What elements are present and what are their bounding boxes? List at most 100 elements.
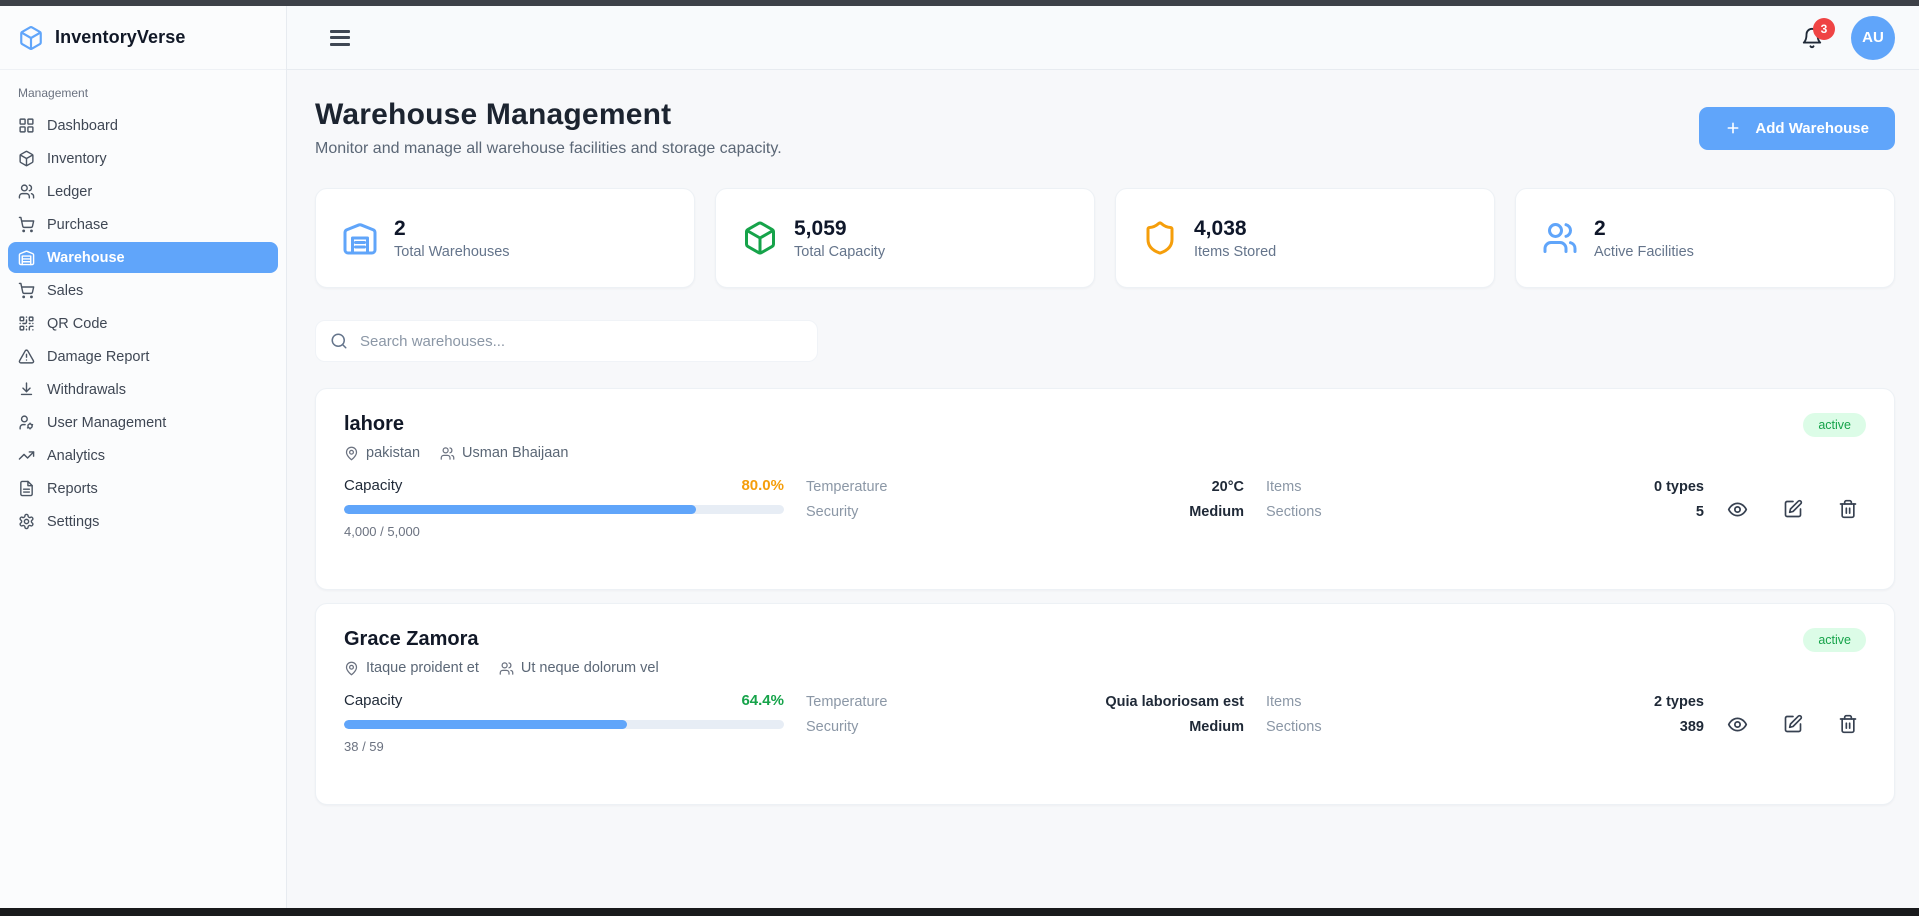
manager-text: Ut neque dolorum vel [521, 660, 659, 676]
shield-icon [1142, 220, 1178, 256]
stat-card-active-facilities: 2 Active Facilities [1515, 188, 1895, 288]
capacity-block: Capacity 64.4% 38 / 59 [344, 692, 784, 754]
stat-label: Total Capacity [794, 244, 885, 260]
trash-icon [1838, 499, 1858, 519]
package-icon [18, 150, 35, 167]
capacity-progress-fill [344, 720, 627, 729]
window-bottom-strip [0, 908, 1919, 916]
menu-toggle-icon[interactable] [330, 30, 350, 46]
sidebar: InventoryVerse Management Dashboard Inve… [0, 6, 287, 908]
items-label: Items [1266, 478, 1301, 497]
topbar: 3 AU [287, 6, 1919, 70]
stat-value: 4,038 [1194, 217, 1276, 241]
edit-button[interactable] [1783, 479, 1803, 539]
delete-button[interactable] [1838, 694, 1858, 754]
sidebar-item-settings[interactable]: Settings [8, 506, 278, 537]
sidebar-item-label: Reports [47, 481, 98, 497]
users-icon [440, 446, 455, 461]
capacity-label: Capacity [344, 692, 402, 709]
sidebar-item-label: Analytics [47, 448, 105, 464]
stat-value: 2 [394, 217, 510, 241]
sidebar-item-dashboard[interactable]: Dashboard [8, 110, 278, 141]
edit-button[interactable] [1783, 694, 1803, 754]
sidebar-item-label: Warehouse [47, 250, 125, 266]
sidebar-item-damage-report[interactable]: Damage Report [8, 341, 278, 372]
sidebar-item-sales[interactable]: Sales [8, 275, 278, 306]
temperature-value: 20°C [1212, 478, 1244, 497]
brand: InventoryVerse [0, 6, 286, 70]
edit-icon [1783, 714, 1803, 734]
sidebar-item-label: Ledger [47, 184, 92, 200]
stat-value: 2 [1594, 217, 1694, 241]
stat-label: Total Warehouses [394, 244, 510, 260]
brand-name: InventoryVerse [55, 27, 185, 48]
page-header: Warehouse Management Monitor and manage … [315, 98, 1895, 158]
view-button[interactable] [1727, 694, 1748, 754]
notifications-button[interactable]: 3 [1801, 27, 1823, 49]
sidebar-item-reports[interactable]: Reports [8, 473, 278, 504]
location-text: Itaque proident et [366, 660, 479, 676]
alert-triangle-icon [18, 348, 35, 365]
sidebar-item-ledger[interactable]: Ledger [8, 176, 278, 207]
app-shell: InventoryVerse Management Dashboard Inve… [0, 6, 1919, 908]
sidebar-item-inventory[interactable]: Inventory [8, 143, 278, 174]
sidebar-item-label: User Management [47, 415, 166, 431]
avatar[interactable]: AU [1851, 16, 1895, 60]
edit-icon [1783, 499, 1803, 519]
sections-label: Sections [1266, 718, 1322, 737]
sidebar-item-user-management[interactable]: User Management [8, 407, 278, 438]
stat-card-items-stored: 4,038 Items Stored [1115, 188, 1495, 288]
sidebar-item-label: Inventory [47, 151, 107, 167]
map-pin-icon [344, 661, 359, 676]
items-value: 0 types [1654, 478, 1704, 497]
sections-value: 5 [1696, 503, 1704, 522]
sidebar-item-label: Sales [47, 283, 83, 299]
capacity-percent: 80.0% [741, 477, 784, 494]
sections-label: Sections [1266, 503, 1322, 522]
sidebar-item-qr-code[interactable]: QR Code [8, 308, 278, 339]
sidebar-item-label: Dashboard [47, 118, 118, 134]
temperature-value: Quia laboriosam est [1105, 693, 1244, 712]
trash-icon [1838, 714, 1858, 734]
warehouse-manager: Usman Bhaijaan [440, 445, 568, 461]
plus-icon [1725, 120, 1741, 136]
capacity-progress-track [344, 505, 784, 514]
stat-label: Active Facilities [1594, 244, 1694, 260]
sidebar-item-analytics[interactable]: Analytics [8, 440, 278, 471]
download-icon [18, 381, 35, 398]
warehouse-location: Itaque proident et [344, 660, 479, 676]
capacity-block: Capacity 80.0% 4,000 / 5,000 [344, 477, 784, 539]
trending-up-icon [18, 447, 35, 464]
stat-card-total-warehouses: 2 Total Warehouses [315, 188, 695, 288]
page-content: Warehouse Management Monitor and manage … [287, 70, 1919, 908]
items-value: 2 types [1654, 693, 1704, 712]
sidebar-item-warehouse[interactable]: Warehouse [8, 242, 278, 273]
warehouse-icon [18, 249, 35, 266]
stats-row: 2 Total Warehouses 5,059 Total Capacity … [315, 188, 1895, 288]
search-input[interactable] [360, 333, 803, 350]
nav-section-label: Management [8, 86, 278, 110]
search-box [315, 320, 818, 362]
notification-count-badge: 3 [1813, 18, 1835, 40]
capacity-percent: 64.4% [741, 692, 784, 709]
manager-text: Usman Bhaijaan [462, 445, 568, 461]
sections-value: 389 [1680, 718, 1704, 737]
warehouse-name: Grace Zamora [344, 628, 659, 651]
delete-button[interactable] [1838, 479, 1858, 539]
add-warehouse-button[interactable]: Add Warehouse [1699, 107, 1895, 150]
status-badge: active [1803, 413, 1866, 437]
sidebar-item-withdrawals[interactable]: Withdrawals [8, 374, 278, 405]
add-warehouse-label: Add Warehouse [1755, 120, 1869, 137]
temperature-label: Temperature [806, 693, 887, 712]
warehouse-name: lahore [344, 413, 568, 436]
layout-grid-icon [18, 117, 35, 134]
sidebar-item-purchase[interactable]: Purchase [8, 209, 278, 240]
topbar-right: 3 AU [1801, 16, 1895, 60]
warehouse-card: lahore pakistan Usman Bhaijaan [315, 388, 1895, 590]
security-label: Security [806, 503, 858, 522]
items-label: Items [1266, 693, 1301, 712]
view-button[interactable] [1727, 479, 1748, 539]
security-label: Security [806, 718, 858, 737]
security-value: Medium [1189, 718, 1244, 737]
search-icon [330, 332, 348, 350]
